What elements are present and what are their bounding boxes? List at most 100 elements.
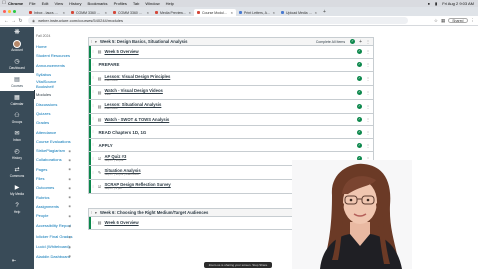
bookmark-star-icon[interactable]: ☆	[434, 18, 438, 24]
course-nav-attendance[interactable]: Attendance	[34, 127, 74, 136]
canvas-logo-icon[interactable]: ❋	[0, 27, 34, 37]
published-check-icon[interactable]: ✓	[357, 103, 362, 109]
menu-tab[interactable]: Tab	[133, 0, 139, 7]
course-nav-files[interactable]: Files ◉	[34, 174, 74, 183]
global-nav-calendar[interactable]: ▦ Calendar	[0, 91, 34, 109]
lock-icon[interactable]: ◉	[32, 19, 35, 23]
back-icon[interactable]: ←	[3, 18, 10, 24]
global-nav-help[interactable]: ? Help	[0, 199, 34, 217]
item-options-icon[interactable]: ⋮	[366, 90, 370, 95]
module-item[interactable]: ⠇ ▤ Week 5 Overview ✓ ⋮	[88, 46, 374, 59]
course-nav-discussions[interactable]: Discussions	[34, 99, 74, 108]
global-nav-groups[interactable]: ⚇ Groups	[0, 109, 34, 127]
published-check-icon[interactable]: ✓	[357, 142, 362, 148]
course-nav-lucid-whiteboard[interactable]: Lucid (Whiteboard) ◉	[34, 242, 74, 251]
global-nav-my-media[interactable]: ▶ My Media	[0, 181, 34, 199]
menu-file[interactable]: File	[29, 0, 35, 7]
item-options-icon[interactable]: ⋮	[366, 117, 370, 122]
maximize-window-icon[interactable]	[13, 10, 16, 13]
course-nav-people[interactable]: People ◉	[34, 211, 74, 220]
new-tab-icon[interactable]: +	[323, 9, 326, 15]
global-nav-inbox[interactable]: ✉ Inbox	[0, 127, 34, 145]
menu-bookmarks[interactable]: Bookmarks	[88, 0, 108, 7]
close-window-icon[interactable]	[3, 10, 6, 13]
published-check-icon[interactable]: ✓	[357, 116, 362, 122]
forward-icon[interactable]: →	[10, 18, 17, 24]
apple-icon[interactable]: 	[0, 0, 8, 7]
menu-profiles[interactable]: Profiles	[114, 0, 127, 7]
battery-icon[interactable]: ▮	[435, 0, 437, 7]
menu-edit[interactable]: Edit	[42, 0, 49, 7]
course-nav-vitalsource-bookshelf[interactable]: VitalSource Bookshelf	[34, 79, 74, 90]
global-nav-commons[interactable]: ⇄ Commons	[0, 163, 34, 181]
published-check-icon[interactable]: ✓	[350, 39, 356, 44]
published-check-icon[interactable]: ✓	[357, 62, 362, 67]
course-nav-assignments[interactable]: Assignments ◉	[34, 202, 74, 211]
menu-app-name[interactable]: Chrome	[8, 0, 23, 7]
course-nav-modules[interactable]: Modules	[34, 90, 74, 100]
course-nav-pages[interactable]: Pages ◉	[34, 165, 74, 174]
menu-view[interactable]: View	[54, 0, 63, 7]
tab-close-icon[interactable]: ✕	[314, 11, 317, 15]
menu-history[interactable]: History	[69, 0, 81, 7]
module-options-icon[interactable]: ⋮	[366, 39, 370, 44]
published-check-icon[interactable]: ✓	[357, 129, 362, 135]
course-nav-strikeplagiarism[interactable]: StrikePlagiarism ◉	[34, 146, 74, 155]
module-item-title[interactable]: Watch - SWOT & TOWS Analysis	[105, 117, 358, 122]
course-nav-outcomes[interactable]: Outcomes ◉	[34, 183, 74, 192]
item-options-icon[interactable]: ⋮	[366, 76, 370, 81]
shared-button[interactable]: Shared	[448, 18, 468, 23]
add-item-icon[interactable]: +	[359, 39, 362, 45]
module-item[interactable]: ⠇ ▤ Lesson: Situational Analysis Mark done ✓…	[88, 99, 374, 114]
course-nav-syllabus[interactable]: Syllabus	[34, 70, 74, 79]
reload-icon[interactable]: ↻	[17, 18, 24, 24]
course-nav-course-evaluations[interactable]: Course Evaluations	[34, 137, 74, 146]
item-options-icon[interactable]: ⋮	[366, 143, 370, 148]
course-nav-collaborations[interactable]: Collaborations ◉	[34, 155, 74, 164]
course-nav-student-resources[interactable]: Student Resources	[34, 51, 74, 60]
global-nav-dashboard[interactable]: ◷ Dashboard	[0, 55, 34, 73]
tab-close-icon[interactable]: ✕	[188, 11, 191, 15]
tab-close-icon[interactable]: ✕	[230, 11, 233, 15]
item-options-icon[interactable]: ⋮	[366, 104, 370, 109]
module-item[interactable]: ⠇ ▤ Watch - SWOT & TOWS Analysis ✓ ⋮	[88, 113, 374, 126]
published-check-icon[interactable]: ✓	[357, 89, 362, 95]
url-field[interactable]: ◉ weber.instructure.com/courses/540244/m…	[28, 17, 408, 24]
browser-tab[interactable]: Course Modules: COMM 3360✕	[194, 9, 236, 16]
browser-tab[interactable]: COMM 3360 W18 ✕	[110, 9, 152, 16]
course-nav-aladdin-dashboard[interactable]: Aladdin Dashboard ◉	[34, 252, 74, 261]
extensions-icon[interactable]: ▦	[441, 18, 445, 24]
menu-help[interactable]: Help	[166, 0, 174, 7]
screen-share-bar[interactable]: Zoom.us is sharing your screen. Stop Sha…	[204, 262, 272, 268]
minimize-window-icon[interactable]	[8, 10, 11, 13]
tab-close-icon[interactable]: ✕	[272, 11, 275, 15]
browser-tab[interactable]: Media Preview - COMM...✕	[152, 9, 194, 16]
course-nav-announcements[interactable]: Announcements	[34, 61, 74, 70]
browser-tab[interactable]: Inbox - laura.maciol@umich...✕	[26, 9, 68, 16]
course-nav-accessibility-report[interactable]: Accessibility Report ◉	[34, 220, 74, 231]
item-options-icon[interactable]: ⋮	[366, 62, 370, 67]
global-nav-account[interactable]: Account	[0, 37, 34, 55]
module-header[interactable]: ⠇ ▾ Week 5: Design Basics, Situational Ana…	[88, 37, 374, 46]
course-nav-quizzes[interactable]: Quizzes	[34, 109, 74, 118]
menu-window[interactable]: Window	[145, 0, 159, 7]
collapse-nav-icon[interactable]: ⇤	[12, 258, 16, 264]
clock[interactable]: Fri Aug 2 9:03 AM	[442, 0, 474, 7]
browser-tab[interactable]: Upload Media - Weber Stat...✕	[278, 9, 320, 16]
module-item-title[interactable]: Week 5 Overview	[105, 49, 358, 54]
browser-tab[interactable]: COMM 3360 W18 - Syllabus✕	[68, 9, 110, 16]
course-nav-iclicker-final-grades[interactable]: Iclicker Final Grades ◉	[34, 231, 74, 242]
course-nav-rubrics[interactable]: Rubrics ◉	[34, 192, 74, 201]
published-check-icon[interactable]: ✓	[357, 49, 362, 55]
item-options-icon[interactable]: ⋮	[366, 130, 370, 135]
browser-tab[interactable]: Print Letters, Attorneys, Av...✕	[236, 9, 278, 16]
published-check-icon[interactable]: ✓	[357, 75, 362, 81]
tab-close-icon[interactable]: ✕	[62, 11, 65, 15]
course-nav-grades[interactable]: Grades	[34, 118, 74, 127]
item-options-icon[interactable]: ⋮	[366, 49, 370, 54]
module-item[interactable]: ⠇ ▤ Watch - Visual Design Videos View ✓ ⋮	[88, 85, 374, 100]
tab-close-icon[interactable]: ✕	[146, 11, 149, 15]
global-nav-courses[interactable]: ▤ Courses	[0, 73, 34, 91]
global-nav-history[interactable]: ◴ History	[0, 145, 34, 163]
tab-close-icon[interactable]: ✕	[104, 11, 107, 15]
